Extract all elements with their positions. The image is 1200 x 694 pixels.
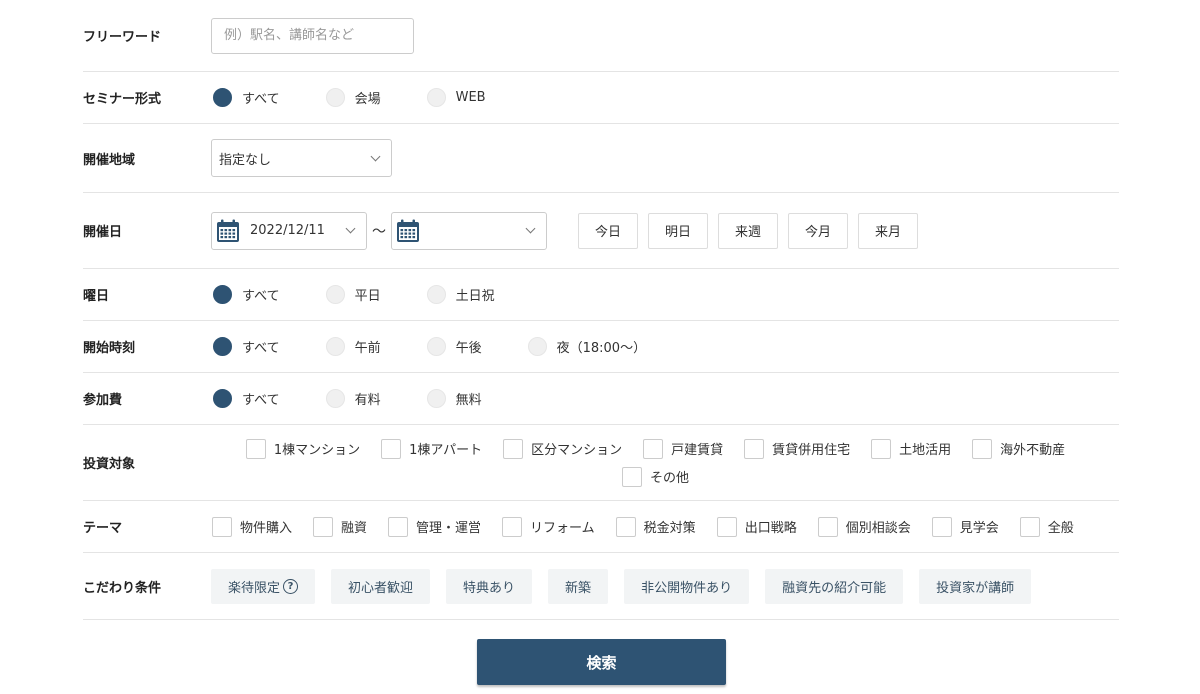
time-radio-night[interactable]: 夜（18:00〜） — [526, 337, 646, 356]
calendar-icon — [397, 219, 419, 242]
row-preferences: こだわり条件 楽待限定? 初心者歓迎 特典あり 新築 非公開物件あり 融資先の紹… — [83, 553, 1119, 620]
date-next-month-button[interactable]: 来月 — [858, 212, 918, 249]
tag-exclusive[interactable]: 楽待限定? — [211, 568, 316, 604]
date-this-month-button[interactable]: 今月 — [788, 212, 848, 249]
chevron-down-icon — [345, 223, 356, 234]
tag-beginner-welcome[interactable]: 初心者歓迎 — [331, 568, 431, 604]
dow-radio-weekend-holiday[interactable]: 土日祝 — [425, 285, 495, 304]
time-label: 開始時刻 — [83, 341, 136, 356]
theme-check-financing[interactable]: 融資 — [312, 513, 367, 541]
dow-radio-all[interactable]: すべて — [211, 285, 280, 304]
fee-radio-free[interactable]: 無料 — [425, 389, 482, 408]
row-date: 開催日 2022/12/11 〜 今日 明日 来週 今月 来月 — [83, 193, 1119, 269]
theme-check-reform[interactable]: リフォーム — [501, 513, 595, 541]
invest-check-detached-rental[interactable]: 戸建賃貸 — [642, 435, 723, 463]
invest-check-other[interactable]: その他 — [621, 463, 689, 491]
area-label: 開催地域 — [83, 152, 136, 168]
search-button[interactable]: 検索 — [477, 639, 726, 685]
dow-radio-weekday[interactable]: 平日 — [324, 285, 381, 304]
tag-new-build[interactable]: 新築 — [548, 568, 609, 604]
row-area: 開催地域 指定なし — [83, 124, 1119, 193]
theme-check-purchase[interactable]: 物件購入 — [211, 513, 292, 541]
date-next-week-button[interactable]: 来週 — [718, 212, 778, 249]
theme-check-tax[interactable]: 税金対策 — [615, 513, 696, 541]
invest-label: 投資対象 — [83, 457, 136, 472]
fee-radio-all[interactable]: すべて — [211, 389, 280, 408]
format-radio-all[interactable]: すべて — [211, 88, 280, 107]
time-radio-all[interactable]: すべて — [211, 337, 280, 356]
calendar-icon — [217, 219, 239, 242]
theme-label: テーマ — [83, 521, 123, 536]
theme-check-consultation[interactable]: 個別相談会 — [817, 513, 911, 541]
fee-label: 参加費 — [83, 393, 123, 408]
date-label: 開催日 — [83, 225, 123, 240]
row-theme: テーマ 物件購入 融資 管理・運営 リフォーム 税金対策 出口戦略 個別相談会 … — [83, 501, 1119, 553]
date-tomorrow-button[interactable]: 明日 — [648, 212, 708, 249]
invest-check-mansion-building[interactable]: 1棟マンション — [245, 435, 360, 463]
row-invest-target: 投資対象 1棟マンション 1棟アパート 区分マンション 戸建賃貸 賃貸併用住宅 … — [83, 425, 1119, 501]
date-quick-buttons: 今日 明日 来週 今月 来月 — [578, 212, 928, 249]
date-from-value: 2022/12/11 — [250, 223, 325, 238]
format-label: セミナー形式 — [83, 92, 162, 107]
date-today-button[interactable]: 今日 — [578, 212, 638, 249]
chevron-down-icon — [525, 223, 536, 234]
theme-check-exit[interactable]: 出口戦略 — [716, 513, 797, 541]
fee-radio-paid[interactable]: 有料 — [324, 389, 381, 408]
theme-check-general[interactable]: 全般 — [1019, 513, 1074, 541]
pref-label: こだわり条件 — [83, 580, 162, 596]
freeword-input[interactable] — [211, 17, 414, 54]
freeword-label: フリーワード — [83, 30, 162, 45]
invest-check-rental-combined-home[interactable]: 賃貸併用住宅 — [743, 435, 850, 463]
date-to-picker[interactable] — [391, 211, 547, 250]
chevron-down-icon — [370, 151, 381, 161]
invest-check-apartment-building[interactable]: 1棟アパート — [380, 435, 482, 463]
time-radio-morning[interactable]: 午前 — [324, 337, 381, 356]
invest-check-overseas[interactable]: 海外不動産 — [971, 435, 1065, 463]
area-select[interactable]: 指定なし — [211, 139, 392, 177]
format-radio-web[interactable]: WEB — [425, 88, 486, 107]
area-select-value: 指定なし — [219, 152, 272, 168]
row-dow: 曜日 すべて 平日 土日祝 — [83, 269, 1119, 321]
format-radio-venue[interactable]: 会場 — [324, 88, 381, 107]
row-freeword: フリーワード — [83, 0, 1119, 72]
time-radio-afternoon[interactable]: 午後 — [425, 337, 482, 356]
row-fee: 参加費 すべて 有料 無料 — [83, 373, 1119, 425]
row-format: セミナー形式 すべて 会場 WEB — [83, 72, 1119, 124]
row-start-time: 開始時刻 すべて 午前 午後 夜（18:00〜） — [83, 321, 1119, 373]
tag-lender-referral[interactable]: 融資先の紹介可能 — [765, 568, 904, 604]
date-from-picker[interactable]: 2022/12/11 — [211, 211, 367, 250]
invest-check-land-use[interactable]: 土地活用 — [870, 435, 951, 463]
dow-label: 曜日 — [83, 289, 110, 304]
seminar-search-form: フリーワード セミナー形式 すべて 会場 WEB 開催地域 指定なし 開催日 — [83, 0, 1119, 620]
tag-bonus[interactable]: 特典あり — [446, 568, 533, 604]
tag-investor-instructor[interactable]: 投資家が講師 — [919, 568, 1032, 604]
theme-check-management[interactable]: 管理・運営 — [387, 513, 481, 541]
date-range-separator: 〜 — [372, 223, 386, 240]
help-icon[interactable]: ? — [283, 578, 299, 594]
tag-private-listings[interactable]: 非公開物件あり — [624, 568, 750, 604]
theme-check-tour[interactable]: 見学会 — [931, 513, 999, 541]
invest-check-condo-unit[interactable]: 区分マンション — [502, 435, 622, 463]
